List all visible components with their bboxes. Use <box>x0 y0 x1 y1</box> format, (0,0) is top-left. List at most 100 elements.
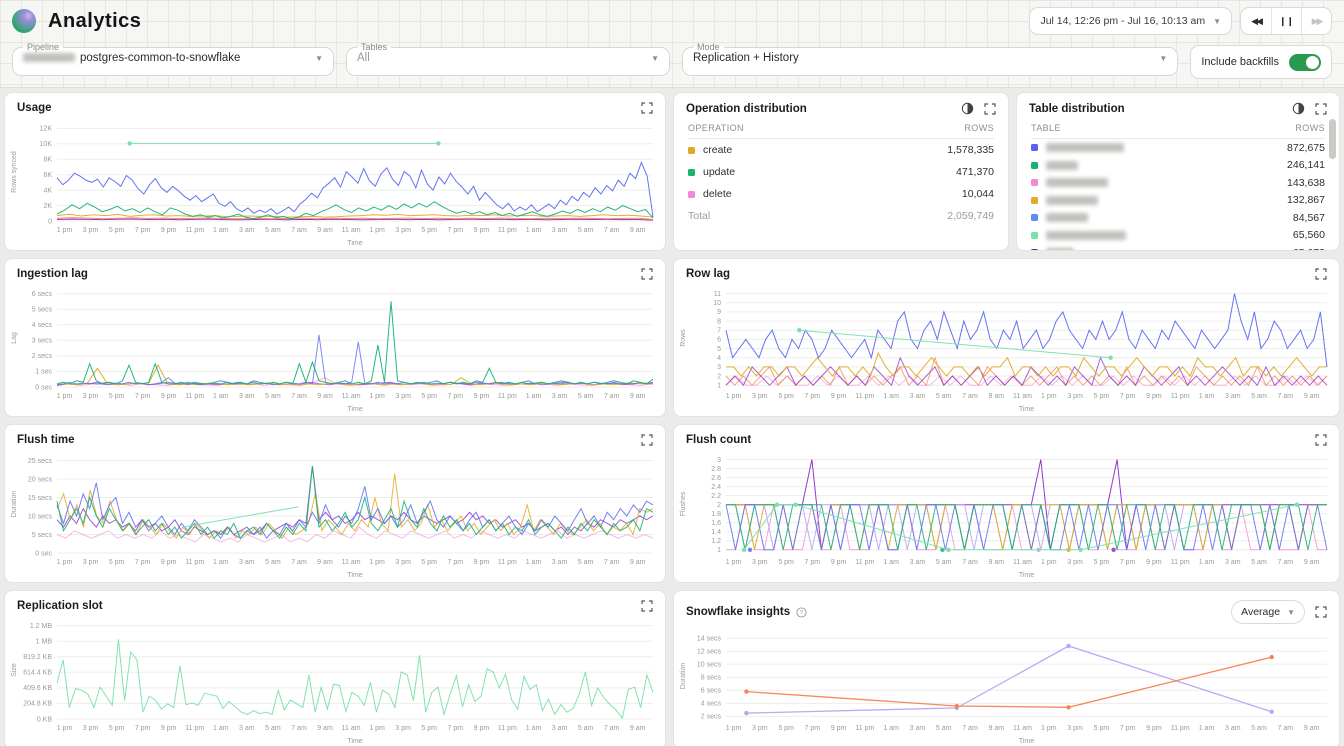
svg-text:9 pm: 9 pm <box>831 393 847 400</box>
svg-text:Time: Time <box>347 240 362 247</box>
table-row[interactable]: delete10,044 <box>688 183 994 205</box>
chevron-down-icon: ▼ <box>315 54 323 63</box>
svg-text:2.4: 2.4 <box>711 484 721 491</box>
svg-text:5 am: 5 am <box>936 393 952 400</box>
svg-text:11 am: 11 am <box>342 227 361 234</box>
operation-table: OPERATION ROWS create1,578,335update471,… <box>674 115 1008 250</box>
pause-button[interactable]: ❙❙ <box>1271 8 1301 34</box>
svg-text:Size: Size <box>11 663 18 677</box>
svg-text:0 KB: 0 KB <box>37 716 53 723</box>
svg-text:3 am: 3 am <box>1225 725 1241 732</box>
svg-text:1 am: 1 am <box>883 393 899 400</box>
svg-text:5 pm: 5 pm <box>778 559 794 566</box>
svg-text:1 pm: 1 pm <box>369 227 385 234</box>
table-row[interactable]: 65,073 <box>1031 244 1325 250</box>
svg-text:3 pm: 3 pm <box>1067 559 1083 566</box>
table-row[interactable]: 143,638 <box>1031 174 1325 192</box>
scrollbar-thumb[interactable] <box>1329 119 1336 159</box>
expand-icon[interactable] <box>641 268 653 280</box>
svg-text:7 pm: 7 pm <box>1120 393 1136 400</box>
ingestion-lag-chart: 0 sec1 sec2 secs3 secs4 secs5 secs6 secs… <box>7 282 661 417</box>
svg-text:3 pm: 3 pm <box>1067 725 1083 732</box>
include-backfills-toggle[interactable] <box>1289 54 1321 71</box>
mode-select[interactable]: Mode Replication + History ▼ <box>682 42 1178 76</box>
svg-text:Duration: Duration <box>680 663 687 690</box>
svg-text:1: 1 <box>717 383 721 390</box>
expand-icon[interactable] <box>641 102 653 114</box>
card-title: Ingestion lag <box>17 268 88 280</box>
row-label: update <box>703 166 735 178</box>
svg-text:5 pm: 5 pm <box>109 559 125 566</box>
svg-text:5: 5 <box>717 346 721 353</box>
svg-text:1 MB: 1 MB <box>36 639 53 646</box>
series-color-marker <box>1031 179 1038 186</box>
include-backfills-control: Include backfills <box>1190 45 1332 79</box>
tables-select[interactable]: Tables All ▼ <box>346 42 670 76</box>
expand-icon[interactable] <box>984 103 996 115</box>
svg-text:14 secs: 14 secs <box>697 636 722 643</box>
svg-text:5 am: 5 am <box>578 227 594 234</box>
svg-text:11 pm: 11 pm <box>185 725 204 732</box>
row-value: 246,141 <box>1287 159 1325 171</box>
fast-forward-button[interactable]: ▶▶ <box>1301 8 1331 34</box>
svg-text:9 am: 9 am <box>630 227 646 234</box>
toggle-knob <box>1306 56 1319 69</box>
operation-distribution-card: Operation distribution OPERATION ROWS cr… <box>673 92 1009 251</box>
svg-text:7 pm: 7 pm <box>135 725 151 732</box>
expand-icon[interactable] <box>1315 268 1327 280</box>
svg-text:9: 9 <box>717 309 721 316</box>
scrollbar <box>1329 119 1336 245</box>
rewind-button[interactable]: ◀◀ <box>1241 8 1271 34</box>
svg-text:1 sec: 1 sec <box>35 369 52 376</box>
svg-text:5 pm: 5 pm <box>421 393 437 400</box>
svg-text:1 am: 1 am <box>883 725 899 732</box>
svg-text:1.4: 1.4 <box>711 529 721 536</box>
svg-text:2.6: 2.6 <box>711 475 721 482</box>
pipeline-value: postgres-common-to-snowflake <box>80 52 240 64</box>
chevron-down-icon: ▼ <box>1213 17 1221 26</box>
pie-chart-toggle-icon[interactable] <box>961 102 974 115</box>
svg-text:9 pm: 9 pm <box>161 725 177 732</box>
expand-icon[interactable] <box>1315 103 1327 115</box>
svg-text:3 am: 3 am <box>552 559 568 566</box>
table-row[interactable]: update471,370 <box>688 161 994 183</box>
svg-text:1 pm: 1 pm <box>57 393 73 400</box>
card-title: Flush time <box>17 434 75 446</box>
table-row[interactable]: 872,675 <box>1031 139 1325 157</box>
table-row[interactable]: 65,560 <box>1031 227 1325 245</box>
svg-text:5 pm: 5 pm <box>109 227 125 234</box>
svg-text:9 pm: 9 pm <box>474 725 490 732</box>
svg-text:5 am: 5 am <box>936 559 952 566</box>
svg-text:1 pm: 1 pm <box>369 559 385 566</box>
pipeline-select[interactable]: Pipeline postgres-common-to-snowflake ▼ <box>12 42 334 76</box>
mode-value: Replication + History <box>693 52 799 64</box>
pie-chart-toggle-icon[interactable] <box>1292 102 1305 115</box>
help-icon[interactable]: ? <box>796 607 807 618</box>
svg-text:1 am: 1 am <box>1199 559 1215 566</box>
svg-text:7 am: 7 am <box>291 725 307 732</box>
redacted-table-name <box>1046 196 1098 205</box>
svg-text:2 secs: 2 secs <box>32 353 53 360</box>
aggregation-select[interactable]: Average ▼ <box>1231 600 1305 624</box>
svg-text:7 pm: 7 pm <box>135 559 151 566</box>
svg-text:614.4 KB: 614.4 KB <box>23 670 52 677</box>
table-row[interactable]: 84,567 <box>1031 209 1325 227</box>
table-row[interactable]: create1,578,335 <box>688 139 994 161</box>
series-color-marker <box>1031 249 1038 250</box>
table-row[interactable]: 132,867 <box>1031 192 1325 210</box>
svg-text:7 pm: 7 pm <box>448 393 464 400</box>
table-row[interactable]: 246,141 <box>1031 157 1325 175</box>
svg-text:1 am: 1 am <box>883 559 899 566</box>
svg-text:3 am: 3 am <box>910 725 926 732</box>
expand-icon[interactable] <box>1315 606 1327 618</box>
svg-text:3 am: 3 am <box>552 227 568 234</box>
svg-text:3 pm: 3 pm <box>752 559 768 566</box>
total-value: 2,059,749 <box>947 210 994 222</box>
expand-icon[interactable] <box>641 434 653 446</box>
expand-icon[interactable] <box>641 600 653 612</box>
date-range-picker[interactable]: Jul 14, 12:26 pm - Jul 16, 10:13 am ▼ <box>1029 7 1232 35</box>
expand-icon[interactable] <box>1315 434 1327 446</box>
svg-text:1 pm: 1 pm <box>57 725 73 732</box>
svg-text:8: 8 <box>717 318 721 325</box>
svg-text:5 pm: 5 pm <box>1094 559 1110 566</box>
